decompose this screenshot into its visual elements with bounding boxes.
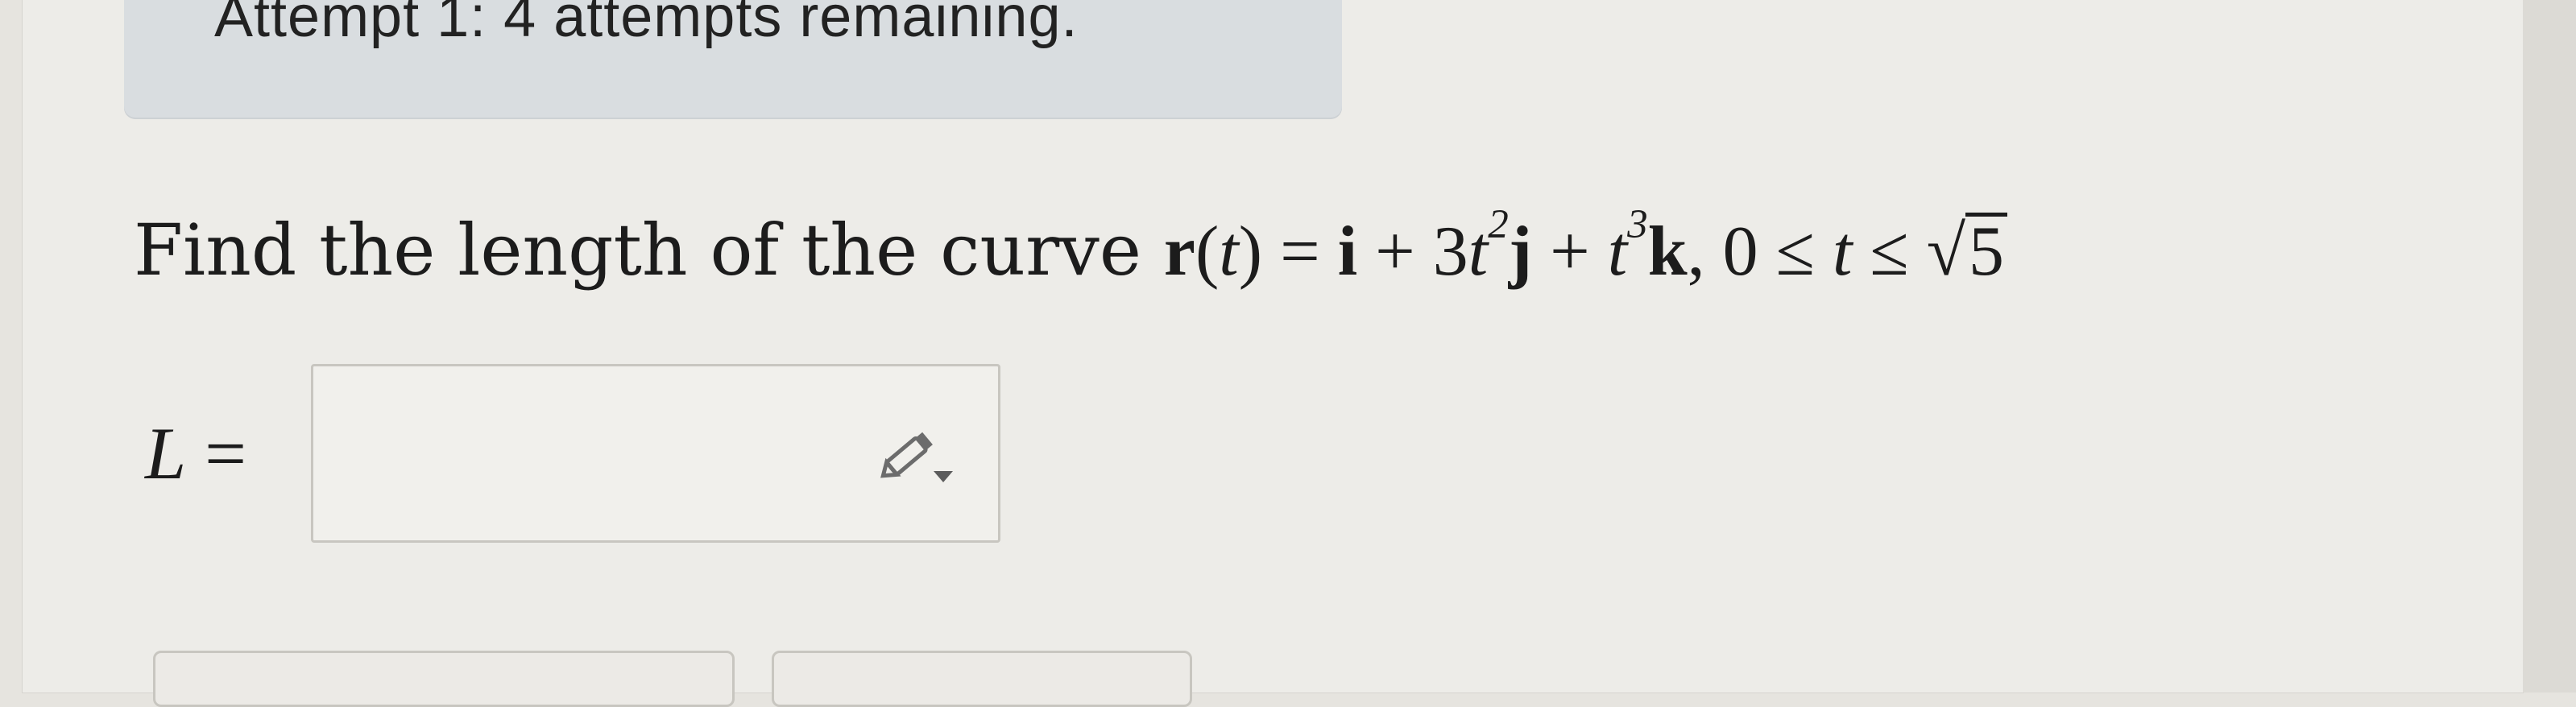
answer-input[interactable] [311,364,1000,543]
page-edge [2523,0,2576,693]
vector-r: r [1163,212,1195,291]
pencil-dropdown-icon[interactable] [876,423,956,487]
question-prefix: Find the length of the curve [134,208,1164,291]
unit-k: k [1647,212,1688,291]
action-button-2[interactable] [772,651,1192,707]
question-text: Find the length of the curve r(t) = i + … [134,201,2007,292]
unit-j: j [1508,212,1533,291]
curve-equation: r(t) = i + 3t2j + t3k, 0 ≤ t ≤ √5 [1163,202,2007,292]
answer-label: L = [145,412,247,494]
unit-i: i [1337,212,1358,291]
sqrt-expression: √5 [1927,211,2007,292]
action-button-1[interactable] [153,651,735,707]
attempt-status: Attempt 1: 4 attempts remaining. [214,0,1079,49]
